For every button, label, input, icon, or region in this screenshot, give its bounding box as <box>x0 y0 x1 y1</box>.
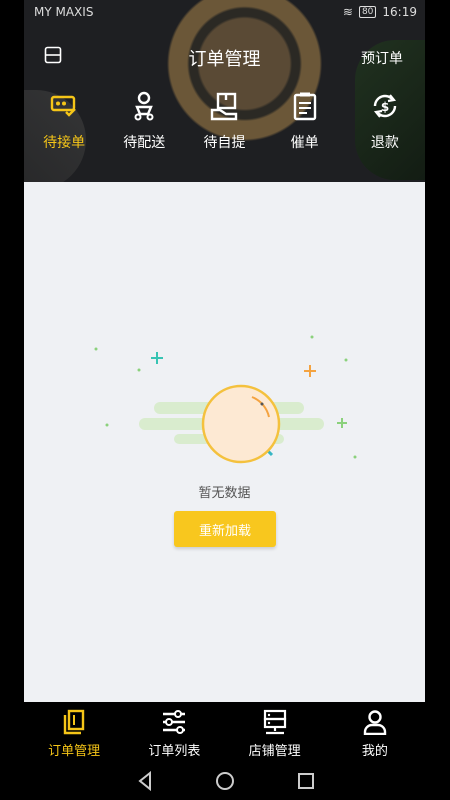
nav-order-list[interactable]: 订单列表 <box>124 702 224 762</box>
clock: 16:19 <box>382 5 417 19</box>
tab-label: 催单 <box>290 135 319 151</box>
preorder-link[interactable]: 预订单 <box>361 48 403 68</box>
tab-self-pickup[interactable]: 待自提 <box>184 90 264 160</box>
delivery-scooter-icon <box>134 91 154 121</box>
top-bar: 订单管理 预订单 <box>24 40 425 74</box>
nav-profile[interactable]: 我的 <box>325 702 425 762</box>
profile-icon <box>363 710 387 735</box>
nav-label: 店铺管理 <box>248 744 301 759</box>
order-management-icon <box>63 709 85 735</box>
recent-apps-icon[interactable] <box>298 773 314 789</box>
tab-delivery[interactable]: 待配送 <box>104 90 184 160</box>
nav-store-management[interactable]: 店铺管理 <box>225 702 325 762</box>
tab-pending[interactable]: 待接单 <box>24 90 104 160</box>
tab-label: 待接单 <box>43 135 86 151</box>
reload-button[interactable]: 重新加载 <box>174 511 276 547</box>
pending-order-icon <box>50 95 76 117</box>
carrier-label: MY MAXIS <box>34 5 94 19</box>
battery-icon: 80 <box>358 6 377 18</box>
bottom-navigation: 订单管理 订单列表 店铺管理 我的 <box>24 702 425 762</box>
nav-order-management[interactable]: 订单管理 <box>24 702 124 762</box>
empty-search-illustration-icon <box>94 335 357 464</box>
home-icon[interactable] <box>216 772 234 790</box>
tab-refund[interactable]: $ 退款 <box>345 90 425 160</box>
nav-label: 订单列表 <box>148 744 201 759</box>
tab-label: 待自提 <box>203 135 246 151</box>
store-management-icon <box>263 709 286 735</box>
back-icon[interactable] <box>138 770 151 792</box>
order-status-tabs: 待接单 待配送 待自提 催单 $ 退款 <box>24 90 425 160</box>
status-bar: MY MAXIS ≋ 80 16:19 <box>24 0 425 24</box>
refund-icon: $ <box>373 94 397 118</box>
status-right: ≋ 80 16:19 <box>343 5 417 19</box>
nav-label: 我的 <box>361 744 388 759</box>
app-screen: MY MAXIS ≋ 80 16:19 订单管理 预订单 待接单 待配送 待自提… <box>24 0 425 800</box>
self-pickup-icon <box>211 92 238 121</box>
nav-label: 订单管理 <box>48 744 101 759</box>
svg-text:$: $ <box>381 100 389 114</box>
tab-reminder[interactable]: 催单 <box>265 90 345 160</box>
reminder-clipboard-icon <box>293 92 316 121</box>
header-banner: MY MAXIS ≋ 80 16:19 订单管理 预订单 待接单 待配送 待自提… <box>24 0 425 182</box>
tab-label: 待配送 <box>123 135 166 151</box>
tab-label: 退款 <box>370 135 399 151</box>
order-content: 暂无数据 重新加载 <box>24 182 425 702</box>
empty-state-message: 暂无数据 <box>198 486 251 501</box>
order-list-icon <box>163 710 186 734</box>
system-navigation-bar <box>138 770 314 792</box>
wifi-icon: ≋ <box>342 5 353 19</box>
